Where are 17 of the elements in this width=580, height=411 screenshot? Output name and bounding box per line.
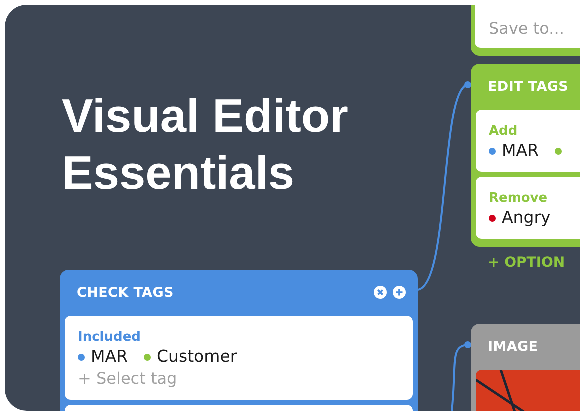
- add-option-link[interactable]: + OPTION: [488, 255, 566, 271]
- select-tag-field[interactable]: + Select tag: [78, 368, 400, 390]
- node-title: CHECK TAGS: [77, 284, 174, 300]
- tag-label: Angry: [502, 207, 551, 229]
- heading: Visual Editor Essentials: [62, 88, 350, 201]
- close-icon[interactable]: [374, 286, 387, 299]
- tag-label: MAR: [91, 346, 128, 368]
- section-label: Remove: [489, 191, 549, 207]
- section-label: Included: [78, 330, 142, 346]
- add-icon[interactable]: [393, 286, 406, 299]
- tag-label: Customer: [157, 346, 238, 368]
- tag-label: MAR: [502, 140, 539, 162]
- node-title: EDIT TAGS: [488, 78, 569, 94]
- connector-line: [451, 342, 472, 411]
- node-title: IMAGE: [488, 338, 538, 354]
- save-field[interactable]: Save to...: [475, 5, 580, 48]
- section-label: Add: [489, 124, 519, 140]
